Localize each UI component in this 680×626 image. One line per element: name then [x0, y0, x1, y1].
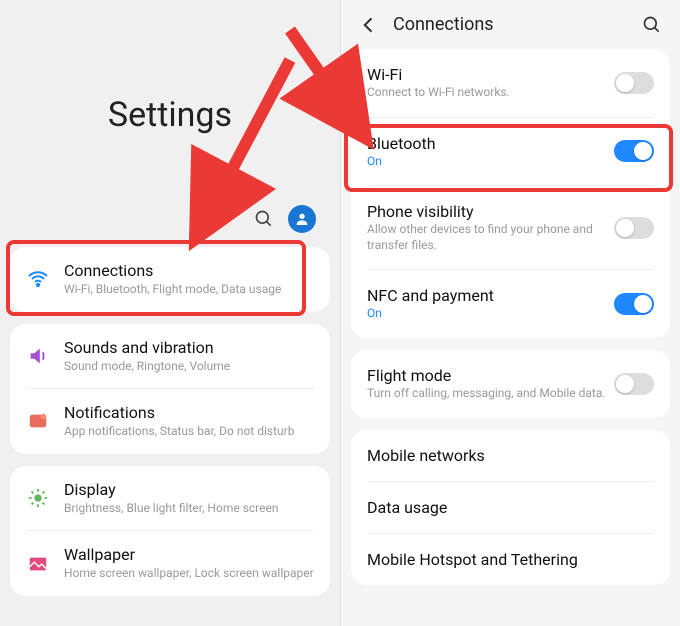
item-title: Notifications	[64, 403, 316, 423]
conn-row-flight-mode[interactable]: Flight mode Turn off calling, messaging,…	[351, 350, 670, 418]
connections-card: Flight mode Turn off calling, messaging,…	[351, 350, 670, 418]
settings-item-display[interactable]: Display Brightness, Blue light filter, H…	[10, 466, 330, 531]
connections-screen: Connections Wi-Fi Connect to Wi-Fi netwo…	[340, 0, 680, 626]
nfc-toggle[interactable]	[614, 293, 654, 315]
phone-visibility-toggle[interactable]	[614, 217, 654, 239]
item-sub: App notifications, Status bar, Do not di…	[64, 424, 316, 440]
settings-item-wallpaper[interactable]: Wallpaper Home screen wallpaper, Lock sc…	[10, 531, 330, 596]
notifications-icon	[24, 410, 52, 432]
row-title: Phone visibility	[367, 202, 606, 221]
page-title: Settings	[0, 95, 340, 135]
conn-row-nfc[interactable]: NFC and payment On	[351, 270, 670, 338]
item-sub: Wi-Fi, Bluetooth, Flight mode, Data usag…	[64, 282, 316, 298]
settings-screen: Settings Connections Wi-Fi, Bluetooth, F…	[0, 0, 340, 626]
row-sub: On	[367, 306, 606, 322]
item-title: Sounds and vibration	[64, 338, 316, 358]
row-title: Mobile Hotspot and Tethering	[367, 550, 646, 569]
row-sub: Turn off calling, messaging, and Mobile …	[367, 386, 606, 402]
settings-card: Display Brightness, Blue light filter, H…	[10, 466, 330, 596]
item-title: Connections	[64, 261, 316, 281]
row-title: Data usage	[367, 498, 646, 517]
settings-item-notifications[interactable]: Notifications App notifications, Status …	[10, 389, 330, 454]
conn-row-bluetooth[interactable]: Bluetooth On	[351, 118, 670, 186]
item-sub: Home screen wallpaper, Lock screen wallp…	[64, 566, 316, 582]
settings-item-connections[interactable]: Connections Wi-Fi, Bluetooth, Flight mod…	[10, 247, 330, 312]
settings-card: Sounds and vibration Sound mode, Rington…	[10, 324, 330, 454]
row-title: NFC and payment	[367, 286, 606, 305]
item-title: Wallpaper	[64, 545, 316, 565]
search-icon[interactable]	[254, 209, 274, 229]
row-title: Bluetooth	[367, 134, 606, 153]
row-title: Wi-Fi	[367, 65, 606, 84]
row-title: Flight mode	[367, 366, 606, 385]
conn-row-phone-visibility[interactable]: Phone visibility Allow other devices to …	[351, 186, 670, 269]
settings-card: Connections Wi-Fi, Bluetooth, Flight mod…	[10, 247, 330, 312]
item-sub: Brightness, Blue light filter, Home scre…	[64, 501, 316, 517]
conn-row-data-usage[interactable]: Data usage	[351, 482, 670, 533]
screen-title: Connections	[393, 14, 628, 35]
wifi-icon	[24, 267, 52, 291]
flight-mode-toggle[interactable]	[614, 373, 654, 395]
connections-card: Mobile networks Data usage Mobile Hotspo…	[351, 430, 670, 585]
item-sub: Sound mode, Ringtone, Volume	[64, 359, 316, 375]
settings-item-sounds[interactable]: Sounds and vibration Sound mode, Rington…	[10, 324, 330, 389]
row-sub: Allow other devices to find your phone a…	[367, 222, 606, 253]
conn-row-mobile-networks[interactable]: Mobile networks	[351, 430, 670, 481]
display-icon	[24, 487, 52, 509]
connections-card: Wi-Fi Connect to Wi-Fi networks. Bluetoo…	[351, 49, 670, 338]
row-sub: Connect to Wi-Fi networks.	[367, 85, 606, 101]
wallpaper-icon	[24, 553, 52, 575]
sound-icon	[24, 345, 52, 367]
wifi-toggle[interactable]	[614, 72, 654, 94]
item-title: Display	[64, 480, 316, 500]
conn-row-hotspot[interactable]: Mobile Hotspot and Tethering	[351, 534, 670, 585]
row-title: Mobile networks	[367, 446, 646, 465]
back-icon[interactable]	[359, 15, 379, 35]
row-sub: On	[367, 154, 606, 170]
account-icon[interactable]	[288, 205, 316, 233]
conn-row-wifi[interactable]: Wi-Fi Connect to Wi-Fi networks.	[351, 49, 670, 117]
bluetooth-toggle[interactable]	[614, 140, 654, 162]
search-icon[interactable]	[642, 15, 662, 35]
